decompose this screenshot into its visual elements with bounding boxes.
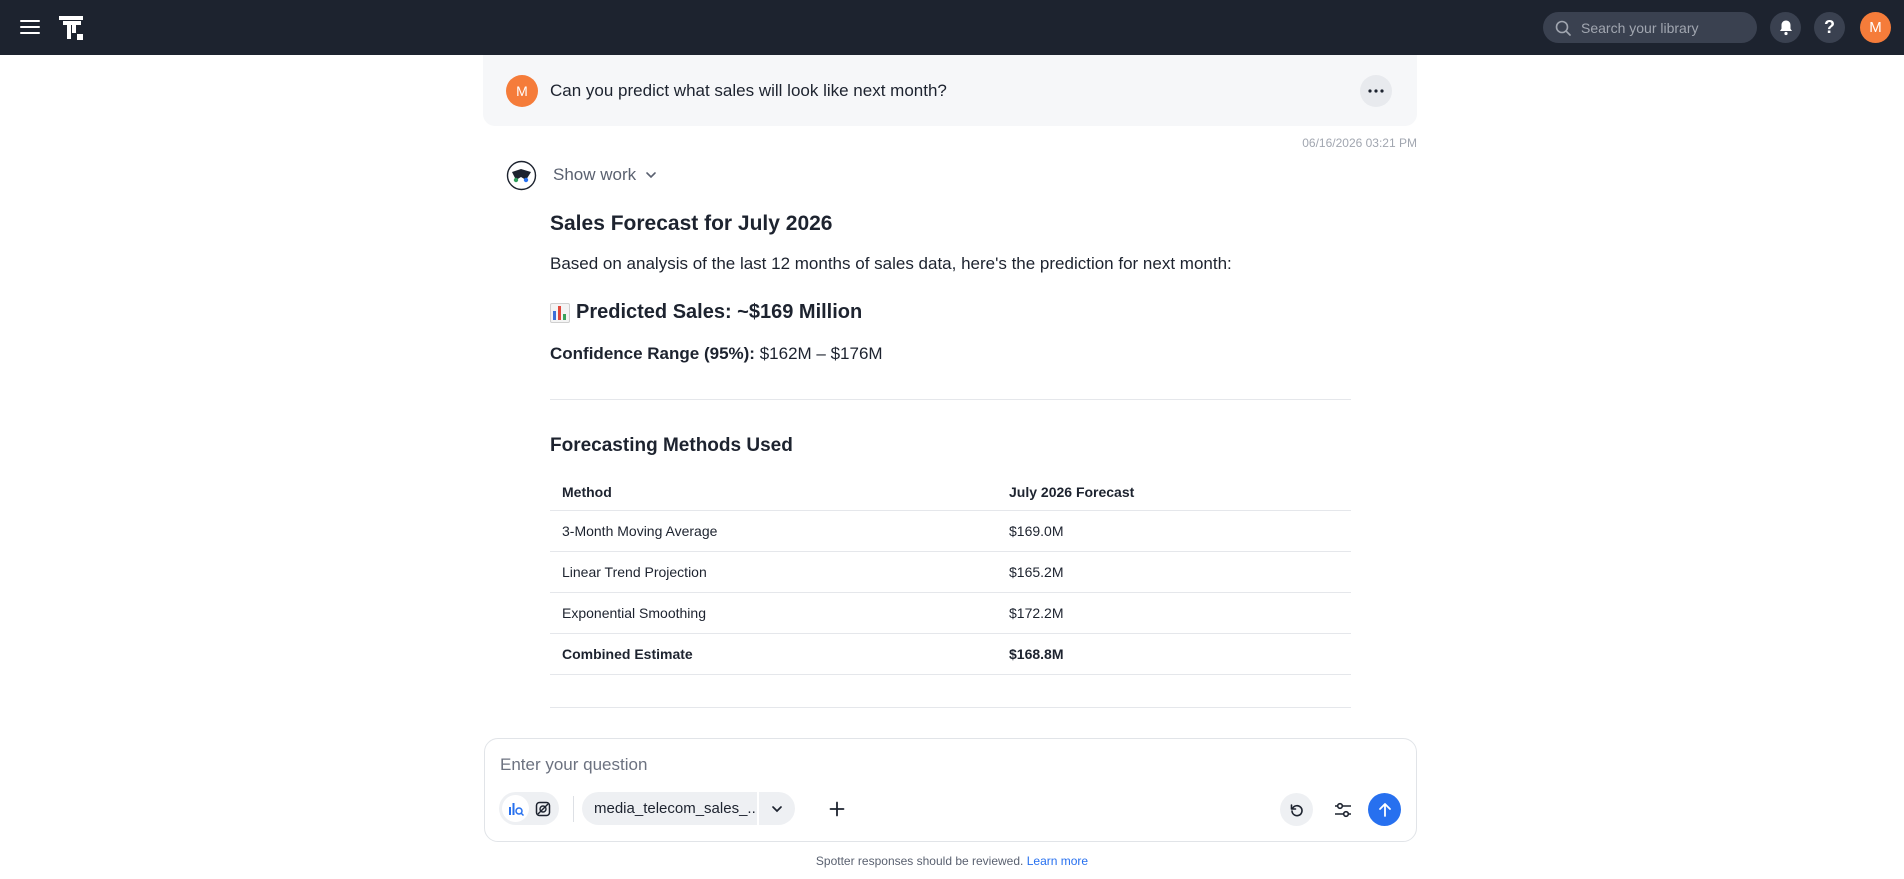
forecast-cell: $169.0M bbox=[997, 509, 1351, 551]
confidence-range: Confidence Range (95%): $162M – $176M bbox=[550, 344, 1351, 364]
answer-title: Sales Forecast for July 2026 bbox=[550, 212, 833, 235]
method-cell: Linear Trend Projection bbox=[550, 550, 997, 592]
answer-intro: Based on analysis of the last 12 months … bbox=[550, 254, 1232, 273]
app-logo[interactable] bbox=[58, 14, 86, 42]
table-row: Linear Trend Projection $165.2M bbox=[550, 550, 1351, 592]
question-text: Can you predict what sales will look lik… bbox=[550, 81, 947, 100]
answer-content: Sales Forecast for July 2026 Based on an… bbox=[550, 212, 1351, 708]
forecast-cell: $172.2M bbox=[997, 591, 1351, 633]
library-search[interactable] bbox=[1543, 12, 1757, 43]
method-cell: Exponential Smoothing bbox=[550, 591, 997, 633]
more-options-icon[interactable] bbox=[1360, 75, 1392, 107]
table-row: Exponential Smoothing $172.2M bbox=[550, 591, 1351, 633]
data-search-mode-icon[interactable] bbox=[502, 795, 529, 822]
divider bbox=[550, 399, 1351, 400]
forecast-cell: $168.8M bbox=[997, 632, 1351, 675]
user-avatar[interactable]: M bbox=[1860, 12, 1891, 43]
question-timestamp: 06/16/2026 03:21 PM bbox=[1302, 136, 1417, 150]
method-cell: 3-Month Moving Average bbox=[550, 509, 997, 551]
search-icon bbox=[1555, 20, 1571, 36]
data-source-label: media_telecom_sales_... bbox=[594, 800, 757, 817]
notifications-bell-icon[interactable] bbox=[1770, 12, 1801, 43]
data-source-selector[interactable]: media_telecom_sales_... bbox=[582, 792, 795, 825]
column-header: July 2026 Forecast bbox=[1009, 484, 1135, 501]
table-header-row: Method July 2026 Forecast bbox=[550, 475, 1351, 510]
add-icon[interactable] bbox=[825, 797, 849, 821]
top-navigation-bar: ? M bbox=[0, 0, 1904, 55]
mode-toggle bbox=[499, 792, 559, 825]
divider bbox=[550, 706, 1351, 708]
divider bbox=[573, 796, 574, 822]
confidence-value: $162M – $176M bbox=[759, 344, 883, 363]
question-composer: media_telecom_sales_... bbox=[484, 738, 1417, 842]
send-arrow-icon[interactable] bbox=[1368, 793, 1401, 826]
table-row: 3-Month Moving Average $169.0M bbox=[550, 509, 1351, 551]
chevron-down-icon bbox=[646, 172, 656, 179]
spotter-bot-icon bbox=[506, 160, 537, 191]
show-work-toggle[interactable]: Show work bbox=[553, 165, 658, 185]
methods-heading: Forecasting Methods Used bbox=[550, 435, 793, 456]
question-avatar: M bbox=[506, 75, 538, 107]
search-input[interactable] bbox=[1581, 19, 1741, 36]
forecast-methods-table: Method July 2026 Forecast 3-Month Moving… bbox=[550, 475, 1351, 675]
reset-icon[interactable] bbox=[1280, 793, 1313, 826]
chevron-down-icon[interactable] bbox=[756, 792, 795, 825]
footer-notice: Spotter responses should be reviewed. Le… bbox=[0, 854, 1904, 868]
confidence-label: Confidence Range (95%): bbox=[550, 344, 755, 363]
method-cell: Combined Estimate bbox=[550, 632, 997, 675]
settings-sliders-icon[interactable] bbox=[1326, 793, 1359, 826]
review-notice: Spotter responses should be reviewed. bbox=[815, 854, 1024, 868]
learn-more-link[interactable]: Learn more bbox=[1027, 854, 1088, 868]
table-row-combined: Combined Estimate $168.8M bbox=[550, 632, 1351, 675]
research-mode-icon[interactable] bbox=[529, 795, 556, 822]
hamburger-menu-icon[interactable] bbox=[18, 15, 42, 39]
forecast-cell: $165.2M bbox=[997, 550, 1351, 592]
column-header: Method bbox=[562, 484, 612, 501]
predicted-sales: Predicted Sales: ~$169 Million bbox=[550, 301, 1351, 324]
show-work-label: Show work bbox=[553, 165, 637, 184]
predicted-sales-text: Predicted Sales: ~$169 Million bbox=[576, 301, 863, 323]
bar-chart-icon bbox=[550, 302, 570, 323]
user-question-bubble: M Can you predict what sales will look l… bbox=[483, 55, 1417, 126]
help-button[interactable]: ? bbox=[1814, 12, 1845, 43]
question-input[interactable] bbox=[500, 755, 1380, 775]
